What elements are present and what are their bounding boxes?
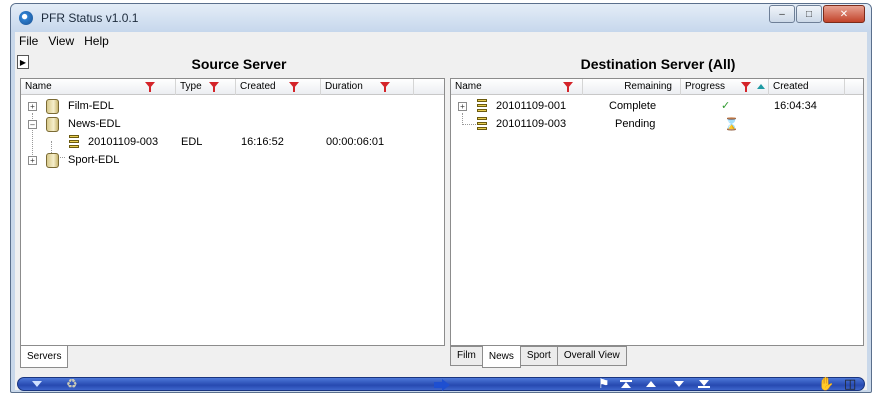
collapse-icon[interactable]: – [28,120,37,129]
source-col-duration[interactable]: Duration [321,79,414,95]
menu-view[interactable]: View [48,34,74,48]
source-col-created[interactable]: Created [236,79,321,95]
bottom-toolbar: ♻ ⚑ ✋ ◫ [17,376,865,392]
tree-item-film-edl[interactable]: + Film-EDL [21,97,441,115]
tab-servers[interactable]: Servers [20,346,69,368]
tab-news[interactable]: News [481,346,521,368]
app-window: PFR Status v1.0.1 – □ ✕ File View Help ▶… [10,3,872,393]
title-bar: PFR Status v1.0.1 – □ ✕ [11,4,871,32]
filter-icon[interactable] [563,82,573,92]
dest-col-progress[interactable]: Progress [681,79,769,95]
sort-ascending-icon [757,84,765,89]
menu-help[interactable]: Help [84,34,109,48]
hand-icon[interactable]: ✋ [818,376,834,392]
dest-col-name[interactable]: Name [451,79,583,95]
app-icon [19,11,33,25]
source-tabs: Servers [20,346,69,368]
maximize-button[interactable]: □ [796,5,822,23]
filter-icon[interactable] [741,82,751,92]
expand-icon[interactable]: + [28,156,37,165]
trash-icon[interactable]: ♻ [66,376,78,392]
dropdown-icon[interactable] [32,381,42,387]
destination-tabs: Film News Sport Overall View [450,346,627,368]
client-area: File View Help ▶ Source Server Destinati… [15,32,867,392]
destination-list[interactable]: Name Remaining Progress Created + 201011… [450,78,864,346]
move-top-icon[interactable] [620,380,632,388]
expand-icon[interactable]: + [28,102,37,111]
filter-icon[interactable] [145,82,155,92]
menu-bar: File View Help [15,32,867,50]
dest-row[interactable]: + 20101109-001 Complete ✓ 16:04:34 [451,97,861,115]
database-icon[interactable]: ◫ [844,376,856,392]
edl-file-icon [67,135,81,149]
window-title: PFR Status v1.0.1 [41,11,139,25]
filter-icon[interactable] [380,82,390,92]
tab-film[interactable]: Film [450,346,483,366]
tree-item-edl-file[interactable]: 20101109-003 EDL 16:16:52 00:00:06:01 [21,133,441,151]
source-tree[interactable]: Name Type Created Duration + Film-EDL – … [20,78,445,346]
dest-col-remaining[interactable]: Remaining [583,79,681,95]
source-column-header: Name Type Created Duration [21,79,444,95]
window-controls: – □ ✕ [768,5,865,23]
source-server-header: Source Server [191,56,287,72]
tab-sport[interactable]: Sport [519,346,558,366]
edl-file-icon [475,117,489,131]
move-bottom-icon[interactable] [698,380,710,388]
menu-file[interactable]: File [19,34,38,48]
collapse-panel-button[interactable]: ▶ [17,55,29,69]
close-button[interactable]: ✕ [823,5,865,23]
transfer-arrow-icon[interactable] [434,379,450,391]
tab-overall-view[interactable]: Overall View [556,346,627,366]
finish-flag-icon[interactable]: ⚑ [598,376,610,392]
destination-server-header: Destination Server (All) [580,56,736,72]
dest-col-created[interactable]: Created [769,79,845,95]
source-col-type[interactable]: Type [176,79,236,95]
edl-file-icon [475,99,489,113]
checkmark-icon: ✓ [721,100,731,112]
dest-row[interactable]: 20101109-003 Pending ⌛ [451,115,861,133]
folder-icon [46,117,59,132]
filter-icon[interactable] [289,82,299,92]
hourglass-icon: ⌛ [724,117,739,131]
minimize-button[interactable]: – [769,5,795,23]
folder-icon [46,99,59,114]
folder-icon [46,153,59,168]
move-down-icon[interactable] [674,381,684,387]
tree-item-news-edl[interactable]: – News-EDL [21,115,441,133]
move-up-icon[interactable] [646,381,656,387]
expand-icon[interactable]: + [458,102,467,111]
source-col-name[interactable]: Name [21,79,176,95]
filter-icon[interactable] [209,82,219,92]
destination-column-header: Name Remaining Progress Created [451,79,863,95]
tree-item-sport-edl[interactable]: + Sport-EDL [21,151,441,169]
